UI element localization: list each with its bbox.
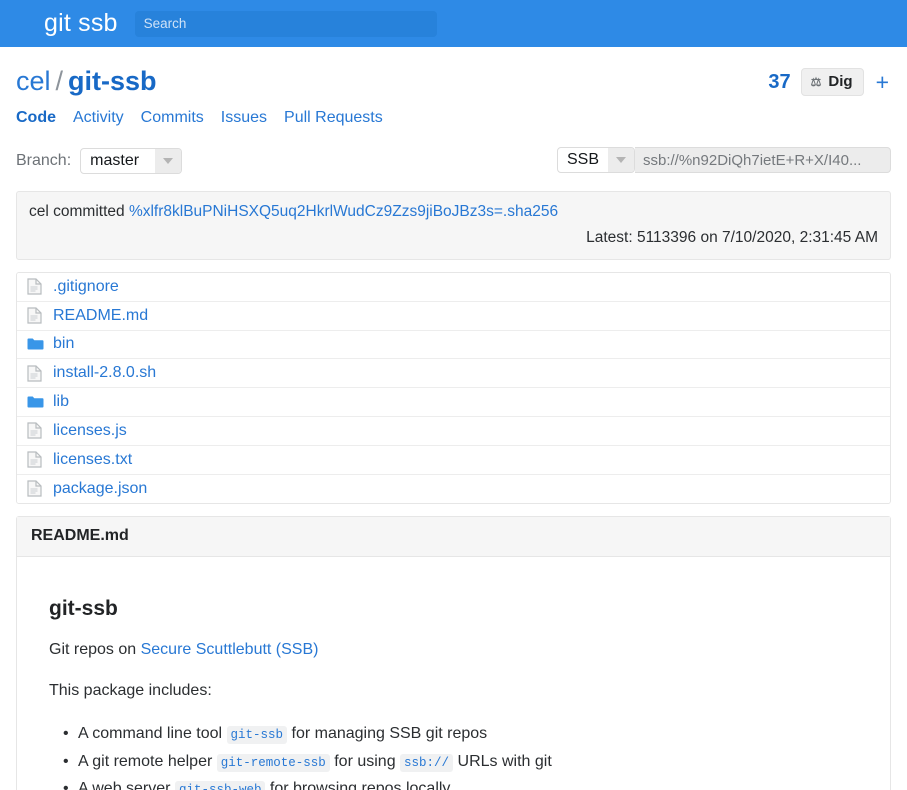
repository-actions: 37 ⚖ Dig + (768, 68, 891, 96)
commit-author-line: cel committed %xlfr8klBuPNiHSXQ5uq2HkrlW… (29, 201, 878, 223)
file-name-link[interactable]: licenses.js (53, 422, 127, 440)
list-item: A command line tool git-ssb for managing… (63, 721, 858, 749)
dig-count: 37 (768, 70, 791, 93)
branch-select-value: master (90, 152, 140, 169)
dig-button[interactable]: ⚖ Dig (800, 68, 864, 96)
breadcrumb-separator: / (55, 66, 64, 96)
repository-header: cel / git-ssb 37 ⚖ Dig + Code Activity Commi… (0, 47, 907, 127)
inline-code: git-remote-ssb (216, 753, 330, 772)
chevron-down-icon (155, 149, 182, 173)
file-name-link[interactable]: package.json (53, 480, 147, 498)
file-icon (27, 422, 53, 439)
file-name-link[interactable]: install-2.8.0.sh (53, 364, 156, 382)
inline-code: git-ssb-web (174, 781, 266, 790)
file-icon (27, 451, 53, 468)
item-text-post2: URLs with git (453, 752, 552, 770)
readme-intro-prefix: Git repos on (49, 641, 141, 659)
table-row[interactable]: package.json (17, 474, 890, 504)
chevron-down-icon (608, 148, 634, 172)
file-icon (27, 365, 53, 382)
shovel-icon: ⚖ (810, 74, 822, 89)
tab-pull-requests[interactable]: Pull Requests (284, 109, 383, 126)
table-row[interactable]: licenses.js (17, 416, 890, 446)
branch-label: Branch: (16, 152, 72, 169)
top-navigation-bar: git ssb (0, 0, 907, 47)
list-item: A git remote helper git-remote-ssb for u… (63, 749, 858, 777)
readme-intro-paragraph: Git repos on Secure Scuttlebutt (SSB) (49, 639, 858, 661)
item-text-post: for using (329, 752, 401, 770)
item-text-post: for managing SSB git repos (287, 725, 488, 743)
breadcrumb-repo-name[interactable]: git-ssb (68, 66, 157, 96)
latest-commit-box: cel committed %xlfr8klBuPNiHSXQ5uq2HkrlW… (16, 191, 891, 260)
folder-name-link[interactable]: bin (53, 335, 74, 353)
add-button[interactable]: + (874, 70, 891, 94)
folder-name-link[interactable]: lib (53, 393, 69, 411)
item-text-pre: A web server (78, 780, 175, 790)
readme-heading: git-ssb (49, 597, 118, 621)
inline-code: git-ssb (226, 726, 288, 745)
item-text-pre: A command line tool (78, 725, 227, 743)
file-icon (27, 278, 53, 295)
table-row[interactable]: install-2.8.0.sh (17, 359, 890, 389)
branch-select[interactable]: master (80, 148, 183, 174)
clone-url-input[interactable] (635, 147, 891, 173)
tab-activity[interactable]: Activity (73, 109, 124, 126)
file-icon (27, 480, 53, 498)
table-row[interactable]: .gitignore (17, 273, 890, 302)
inline-code-secondary: ssb:// (400, 753, 454, 772)
breadcrumb: cel / git-ssb (16, 65, 891, 98)
item-text-post: for browsing repos locally (265, 780, 451, 790)
folder-icon (27, 395, 53, 409)
readme-panel-title: README.md (17, 517, 890, 558)
commit-latest-text: Latest: 5113396 on 7/10/2020, 2:31:45 AM (586, 229, 878, 246)
table-row[interactable]: README.md (17, 301, 890, 331)
search-input[interactable] (134, 10, 437, 37)
table-row[interactable]: bin (17, 330, 890, 360)
tab-code[interactable]: Code (16, 109, 56, 126)
ssb-link[interactable]: Secure Scuttlebutt (SSB) (141, 641, 319, 658)
readme-content: git-ssb Git repos on Secure Scuttlebutt … (17, 557, 890, 790)
tab-issues[interactable]: Issues (221, 109, 267, 126)
clone-url-group: SSB (556, 147, 891, 173)
commit-hash-link[interactable]: %xlfr8klBuPNiHSXQ5uq2HkrlWudCz9Zzs9jiBoJ… (129, 203, 558, 220)
folder-icon (27, 337, 53, 351)
clone-protocol-select[interactable]: SSB (556, 147, 635, 173)
readme-feature-list: A command line tool git-ssb for managing… (49, 721, 858, 790)
file-name-link[interactable]: licenses.txt (53, 451, 132, 469)
table-row[interactable]: licenses.txt (17, 445, 890, 475)
commit-author-text: cel committed (29, 203, 125, 220)
branch-and-clone-row: Branch: master SSB (0, 147, 907, 175)
file-list: .gitignore README.md bin install-2.8.0.s… (16, 272, 891, 505)
dig-button-label: Dig (828, 73, 853, 90)
table-row[interactable]: lib (17, 388, 890, 417)
item-text-pre: A git remote helper (78, 752, 217, 770)
file-name-link[interactable]: README.md (53, 307, 148, 325)
tab-commits[interactable]: Commits (141, 109, 204, 126)
file-icon (27, 307, 53, 324)
repository-tabs: Code Activity Commits Issues Pull Requests (16, 109, 891, 127)
list-item: A web server git-ssb-web for browsing re… (63, 776, 858, 790)
file-name-link[interactable]: .gitignore (53, 278, 119, 296)
app-logo[interactable]: git ssb (44, 9, 118, 38)
readme-panel: README.md git-ssb Git repos on Secure Sc… (16, 516, 891, 790)
clone-protocol-value: SSB (566, 151, 599, 168)
readme-includes-label: This package includes: (49, 682, 212, 700)
breadcrumb-owner[interactable]: cel (16, 66, 51, 96)
